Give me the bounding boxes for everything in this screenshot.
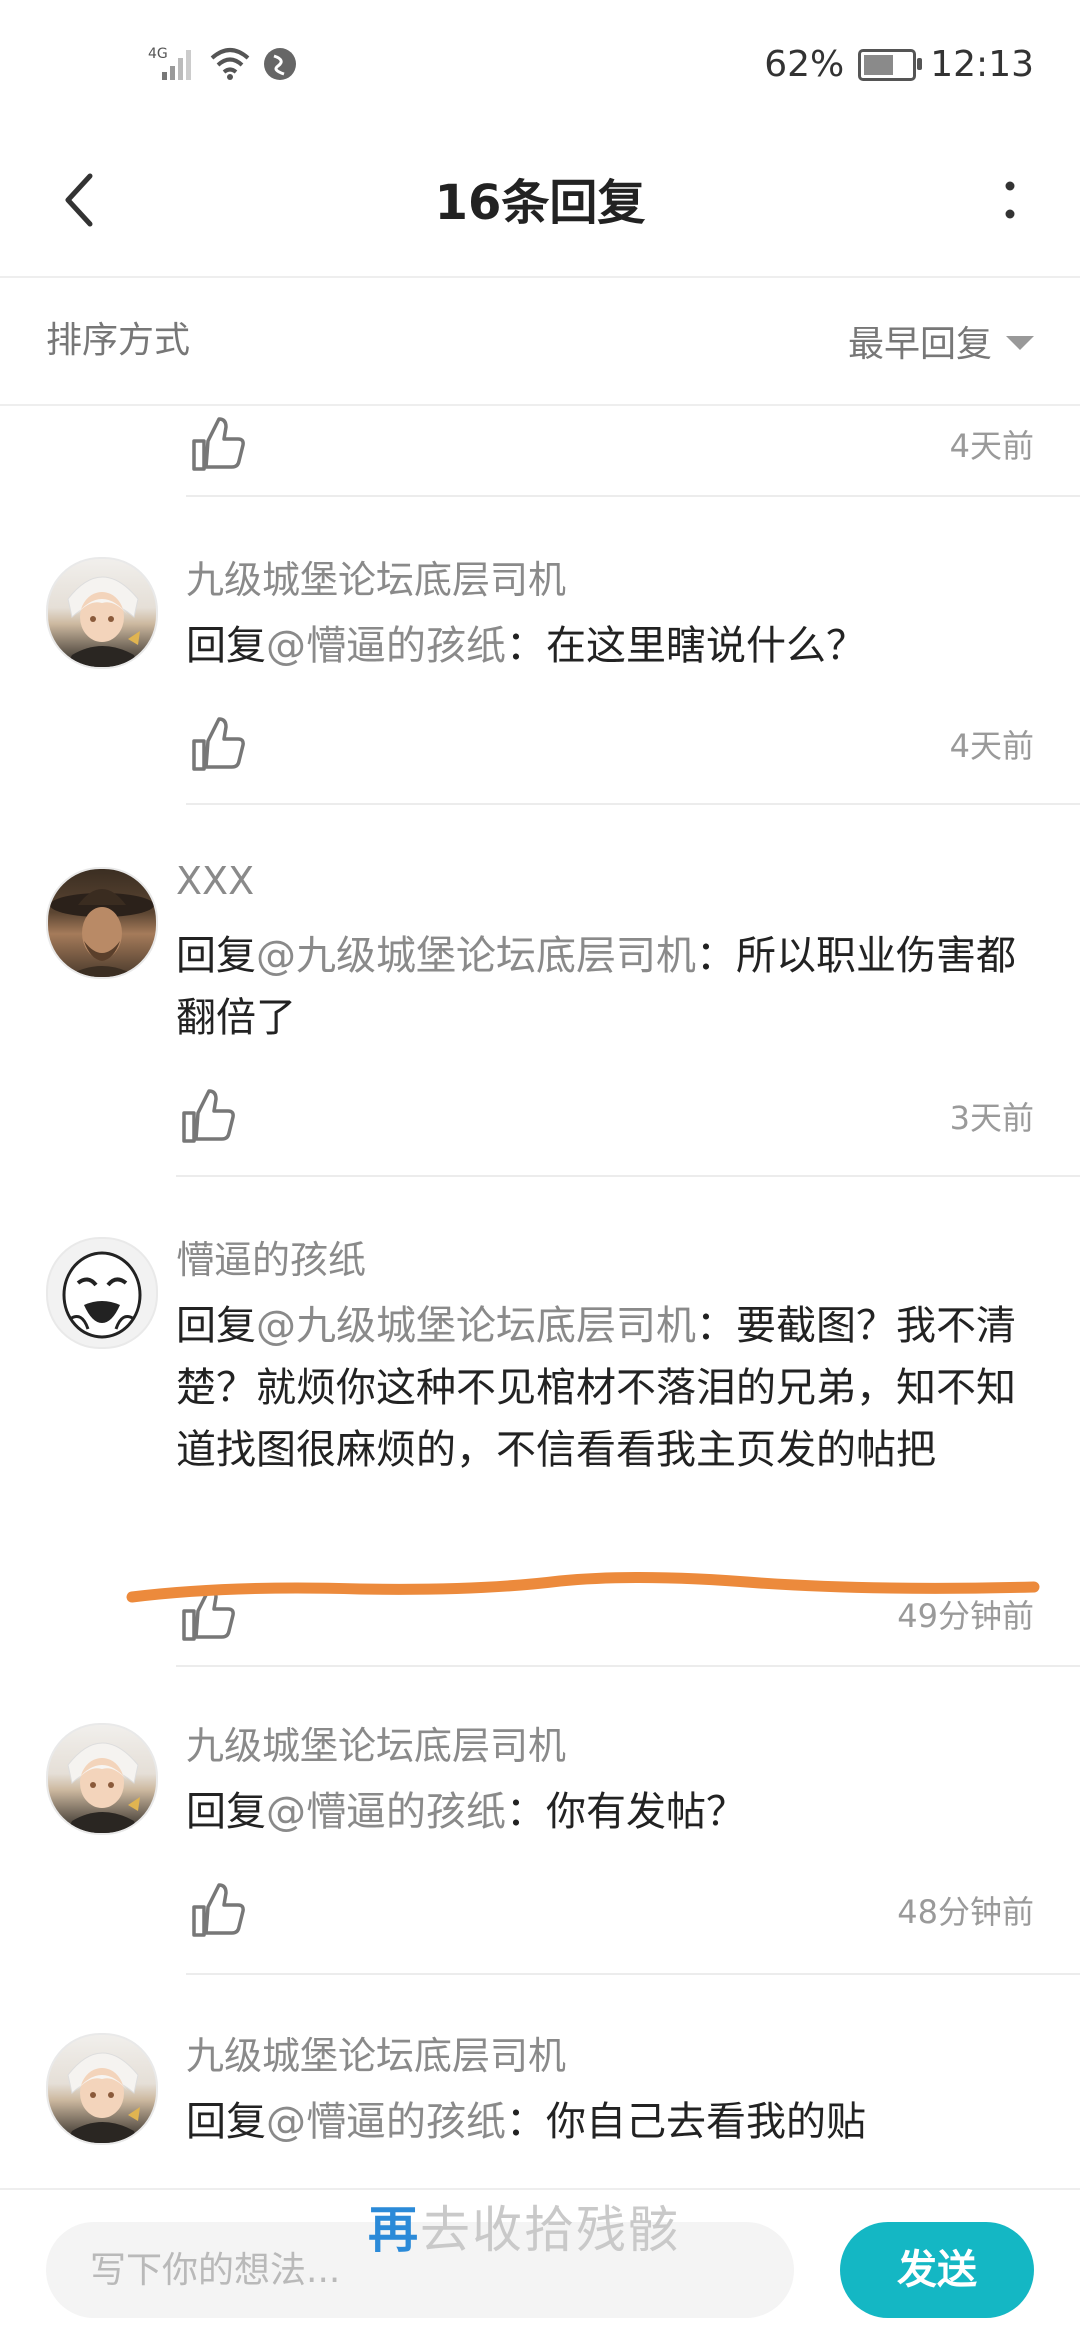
comment-text: 回复@懵逼的孩纸：在这里瞎说什么？ xyxy=(186,615,1026,677)
caption-rest: 去收拾残骸 xyxy=(420,2201,680,2259)
wifi-icon xyxy=(210,48,250,80)
comment-text: 回复@九级城堡论坛底层司机：要截图？我不清楚？就烦你这种不见棺材不落泪的兄弟，知… xyxy=(176,1295,1036,1481)
separator: ： xyxy=(506,623,546,669)
more-vertical-icon xyxy=(1005,181,1015,219)
reply-time: 4天前 xyxy=(949,727,1034,765)
top-app-bar: 16条回复 xyxy=(0,130,1080,278)
reply-prefix: 回复 xyxy=(176,933,256,979)
avatar[interactable] xyxy=(46,1723,158,1835)
list-item: 九级城堡论坛底层司机 回复@懵逼的孩纸：你有发帖？ 48分钟前 xyxy=(0,1667,1080,1977)
comment-body: 你有发帖？ xyxy=(546,1789,746,1835)
list-item: 九级城堡论坛底层司机 回复@懵逼的孩纸：在这里瞎说什么？ 4天前 xyxy=(0,497,1080,807)
sort-dropdown[interactable]: 最早回复 xyxy=(848,278,1034,404)
comment-author[interactable]: 九级城堡论坛底层司机 xyxy=(186,2025,566,2080)
anime-avatar-icon xyxy=(66,576,140,667)
cowboy-avatar-icon xyxy=(50,889,154,977)
meme-face-avatar-icon xyxy=(62,1251,142,1339)
sort-bar: 排序方式 最早回复 xyxy=(0,278,1080,406)
clock: 12:13 xyxy=(930,44,1034,85)
reply-prefix: 回复 xyxy=(186,1789,266,1835)
anime-avatar-icon xyxy=(66,2052,140,2143)
status-right: 62% 12:13 xyxy=(764,44,1034,85)
comment-text: 回复@九级城堡论坛底层司机：所以职业伤害都翻倍了 xyxy=(176,925,1036,1049)
sort-label: 排序方式 xyxy=(46,320,191,361)
list-item: 九级城堡论坛底层司机 回复@懵逼的孩纸：你自己去看我的贴 xyxy=(0,1977,1080,2185)
comment-text: 回复@懵逼的孩纸：你有发帖？ xyxy=(186,1781,1026,1843)
avatar[interactable] xyxy=(46,1237,158,1349)
avatar[interactable] xyxy=(46,867,158,979)
sync-icon xyxy=(264,48,296,80)
send-button[interactable]: 发送 xyxy=(840,2222,1034,2318)
more-options-button[interactable] xyxy=(970,160,1050,240)
comment-body: 在这里瞎说什么？ xyxy=(546,623,866,669)
divider xyxy=(186,1973,1080,1975)
list-item-partial: 4天前 xyxy=(0,405,1080,497)
reply-time: 3天前 xyxy=(949,1099,1034,1137)
battery-icon xyxy=(858,48,923,81)
page-title: 16条回复 xyxy=(434,175,646,231)
caret-down-icon xyxy=(1006,336,1034,350)
like-icon[interactable] xyxy=(188,415,248,475)
comment-author[interactable]: XXX xyxy=(176,859,254,903)
comment-author[interactable]: 懵逼的孩纸 xyxy=(176,1229,366,1284)
reply-prefix: 回复 xyxy=(186,2099,266,2145)
divider xyxy=(186,803,1080,805)
comment-author[interactable]: 九级城堡论坛底层司机 xyxy=(186,549,566,604)
like-icon[interactable] xyxy=(178,1087,238,1147)
chevron-left-icon xyxy=(65,173,93,227)
reply-time: 4天前 xyxy=(949,427,1034,465)
battery-percent: 62% xyxy=(764,44,845,85)
list-item: XXX 回复@九级城堡论坛底层司机：所以职业伤害都翻倍了 3天前 xyxy=(0,807,1080,1177)
avatar[interactable] xyxy=(46,557,158,669)
anime-avatar-icon xyxy=(66,1742,140,1833)
mention-link[interactable]: @九级城堡论坛底层司机 xyxy=(256,933,696,979)
mention-link[interactable]: @九级城堡论坛底层司机 xyxy=(256,1303,696,1349)
separator: ： xyxy=(696,1303,736,1349)
annotation-underline xyxy=(126,1571,1040,1603)
sort-value: 最早回复 xyxy=(847,324,992,365)
avatar[interactable] xyxy=(46,2033,158,2145)
like-icon[interactable] xyxy=(188,715,248,775)
mention-link[interactable]: @懵逼的孩纸 xyxy=(266,2099,506,2145)
comment-body: 你自己去看我的贴 xyxy=(546,2099,866,2145)
reply-prefix: 回复 xyxy=(186,623,266,669)
status-bar: 4G 62% 12:13 xyxy=(0,0,1080,130)
like-icon[interactable] xyxy=(188,1881,248,1941)
separator: ： xyxy=(506,1789,546,1835)
video-caption-overlay: 再去收拾残骸 xyxy=(368,2190,680,2262)
caption-highlight: 再 xyxy=(368,2201,420,2259)
mention-link[interactable]: @懵逼的孩纸 xyxy=(266,623,506,669)
reply-time: 48分钟前 xyxy=(897,1893,1034,1931)
separator: ： xyxy=(696,933,736,979)
reply-prefix: 回复 xyxy=(176,1303,256,1349)
signal-icon: 4G xyxy=(148,46,191,80)
back-button[interactable] xyxy=(40,160,120,240)
separator: ： xyxy=(506,2099,546,2145)
mention-link[interactable]: @懵逼的孩纸 xyxy=(266,1789,506,1835)
network-type: 4G xyxy=(148,46,168,62)
status-left: 4G xyxy=(148,44,298,84)
reply-list[interactable]: 4天前 九级城堡论坛底层司机 回复@懵逼的孩纸：在这里瞎说什么？ 4天前 XXX… xyxy=(0,405,1080,2185)
comment-author[interactable]: 九级城堡论坛底层司机 xyxy=(186,1715,566,1770)
comment-text: 回复@懵逼的孩纸：你自己去看我的贴 xyxy=(186,2091,1026,2153)
